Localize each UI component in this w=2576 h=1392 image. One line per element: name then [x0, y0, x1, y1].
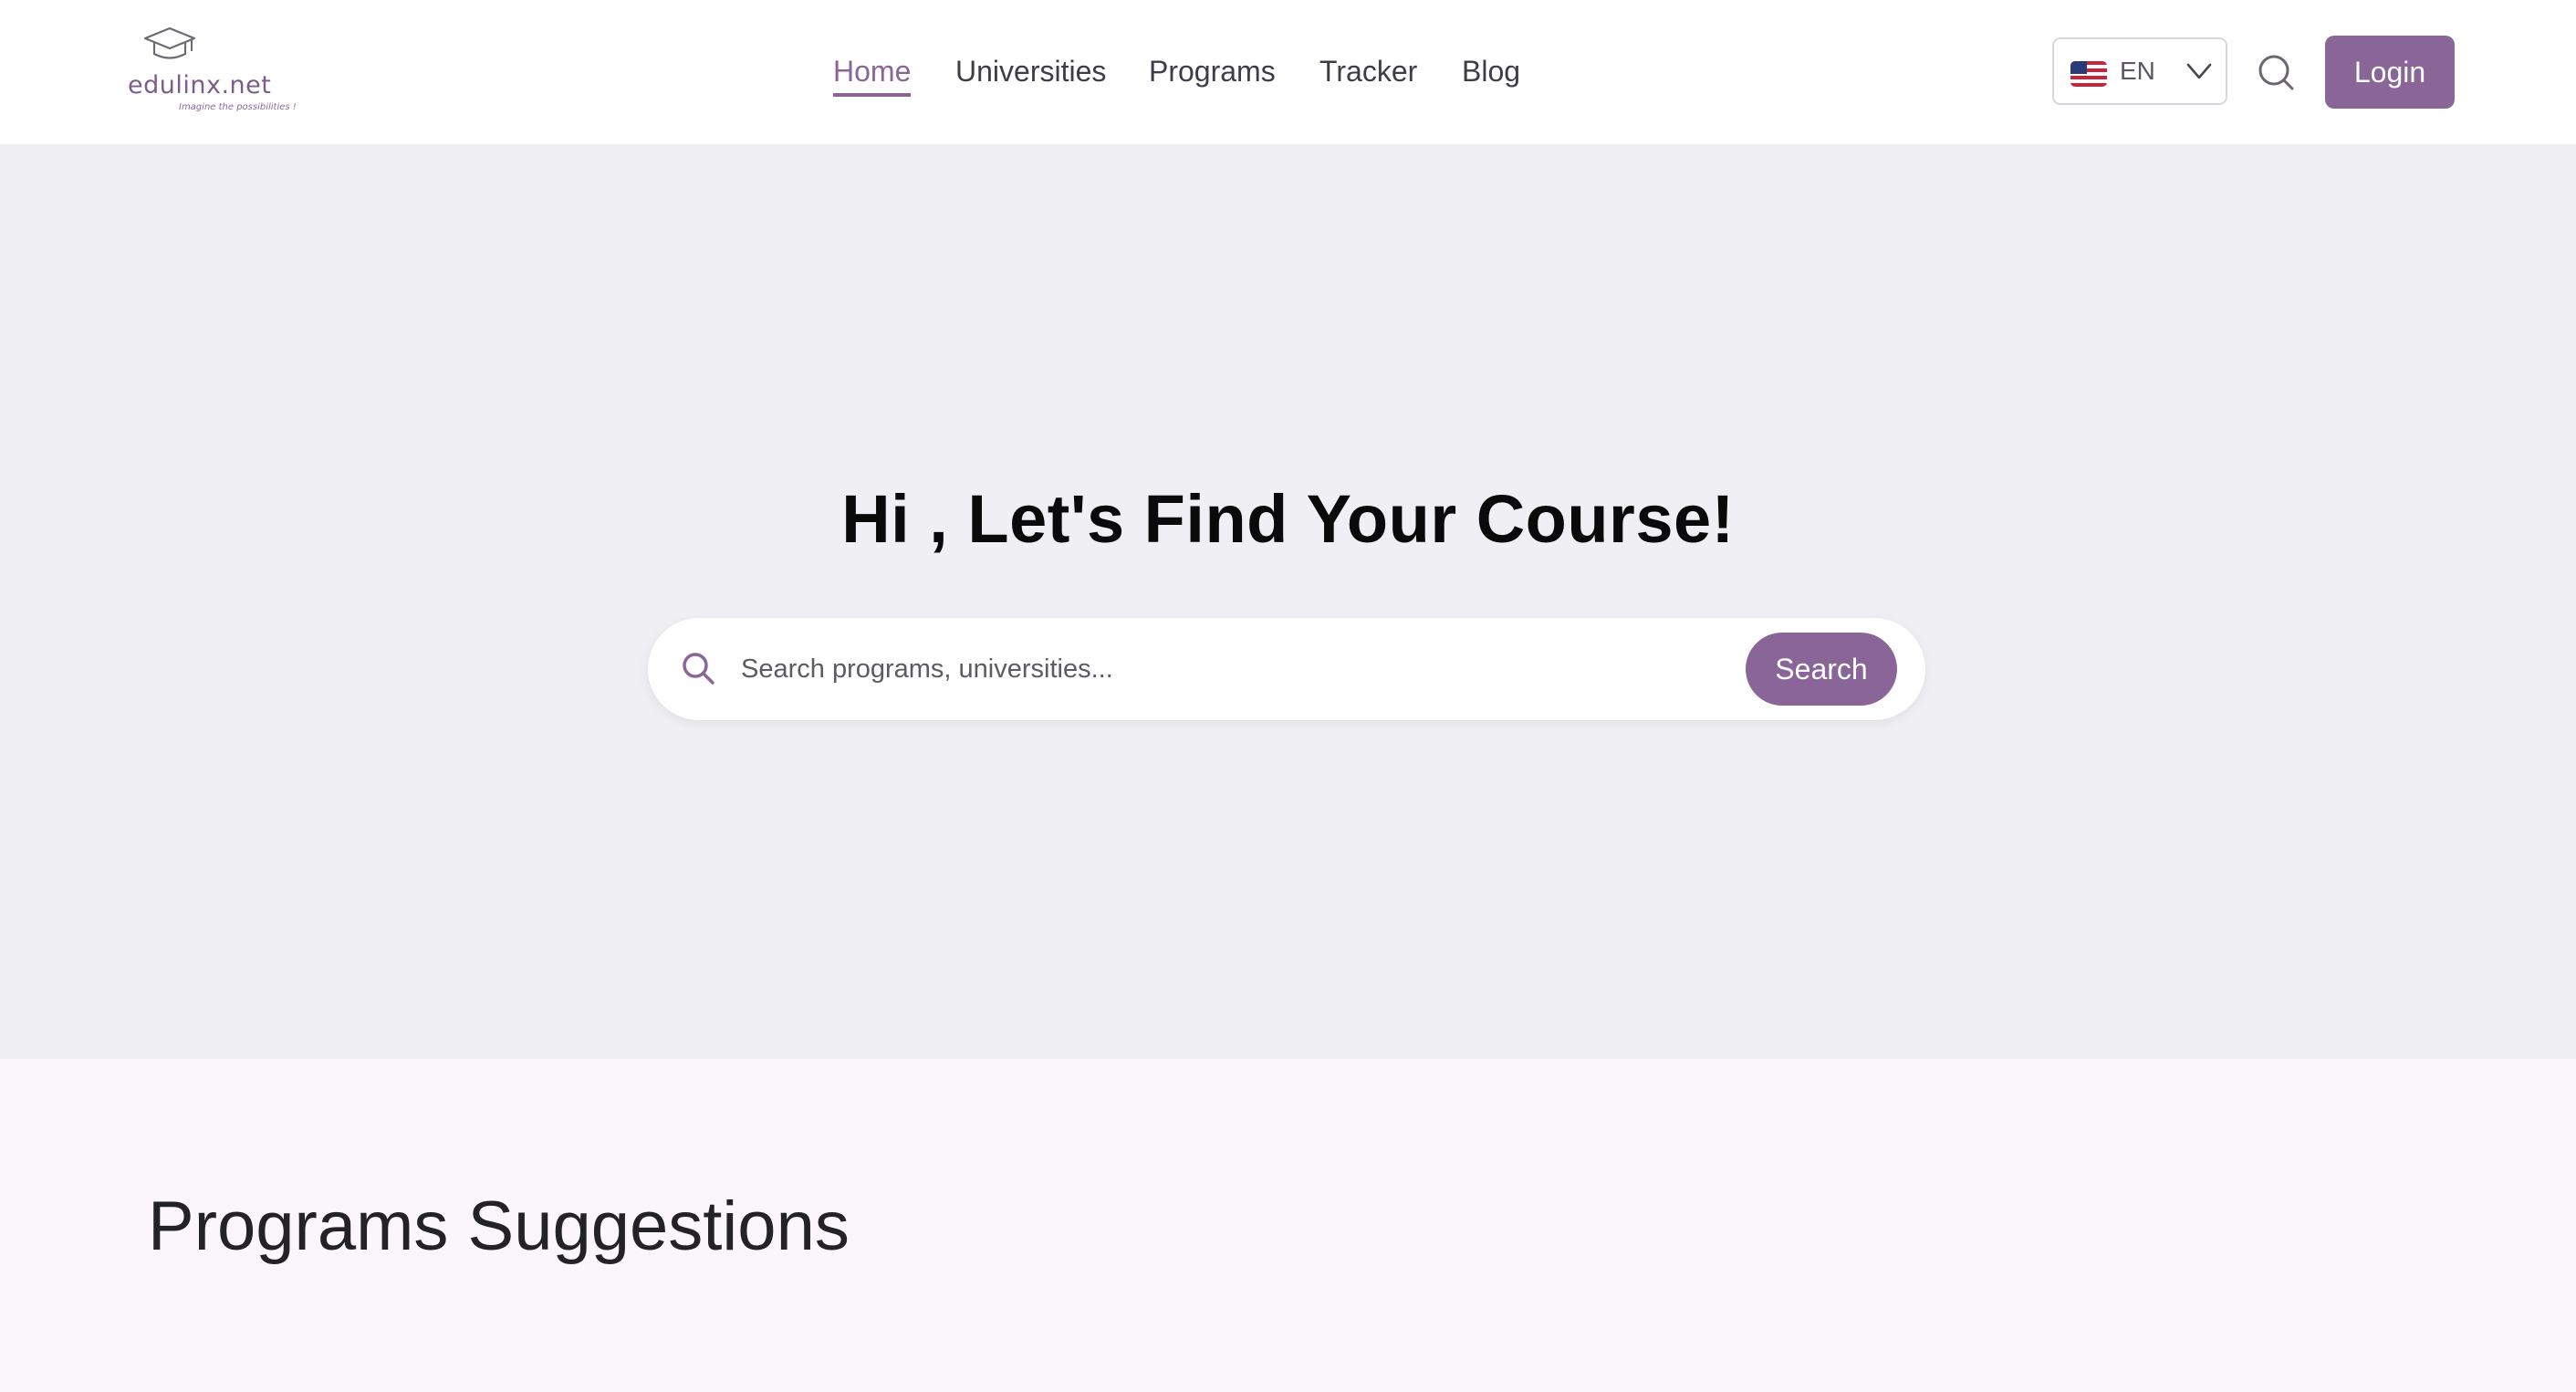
hero-section: Hi , Let's Find Your Course! Search: [0, 144, 2576, 1059]
language-code: EN: [2120, 57, 2155, 85]
search-icon[interactable]: [2255, 51, 2297, 93]
nav-item-label: Home: [833, 55, 912, 88]
chevron-down-icon: [2186, 63, 2212, 79]
nav-item-universities[interactable]: Universities: [955, 47, 1106, 95]
course-search-bar: Search: [648, 618, 1925, 720]
section-title: Programs Suggestions: [148, 1188, 850, 1265]
nav-item-blog[interactable]: Blog: [1462, 47, 1520, 95]
hero-title: Hi , Let's Find Your Course!: [841, 481, 1735, 557]
us-flag-icon: [2070, 61, 2107, 87]
search-icon: [683, 653, 714, 685]
site-logo[interactable]: edulinx.net Imagine the possibilities !: [128, 26, 301, 117]
language-selector[interactable]: EN: [2052, 37, 2227, 105]
login-button[interactable]: Login: [2325, 36, 2455, 109]
graduation-cap-icon: [143, 26, 196, 59]
nav-item-home[interactable]: Home: [833, 47, 912, 97]
logo-wordmark: edulinx.net: [128, 71, 272, 99]
active-nav-underline: [833, 93, 912, 97]
search-input[interactable]: [741, 640, 1471, 698]
programs-suggestions-section: Programs Suggestions: [0, 1059, 2576, 1392]
nav-item-programs[interactable]: Programs: [1149, 47, 1276, 95]
nav-item-label: Blog: [1462, 55, 1521, 88]
nav-item-label: Tracker: [1319, 55, 1418, 88]
nav-item-label: Universities: [955, 55, 1107, 88]
nav-item-label: Programs: [1149, 55, 1276, 88]
search-button[interactable]: Search: [1746, 633, 1897, 706]
top-header: edulinx.net Imagine the possibilities ! …: [0, 0, 2576, 144]
logo-tagline: Imagine the possibilities !: [179, 102, 297, 112]
nav-item-tracker[interactable]: Tracker: [1319, 47, 1417, 95]
